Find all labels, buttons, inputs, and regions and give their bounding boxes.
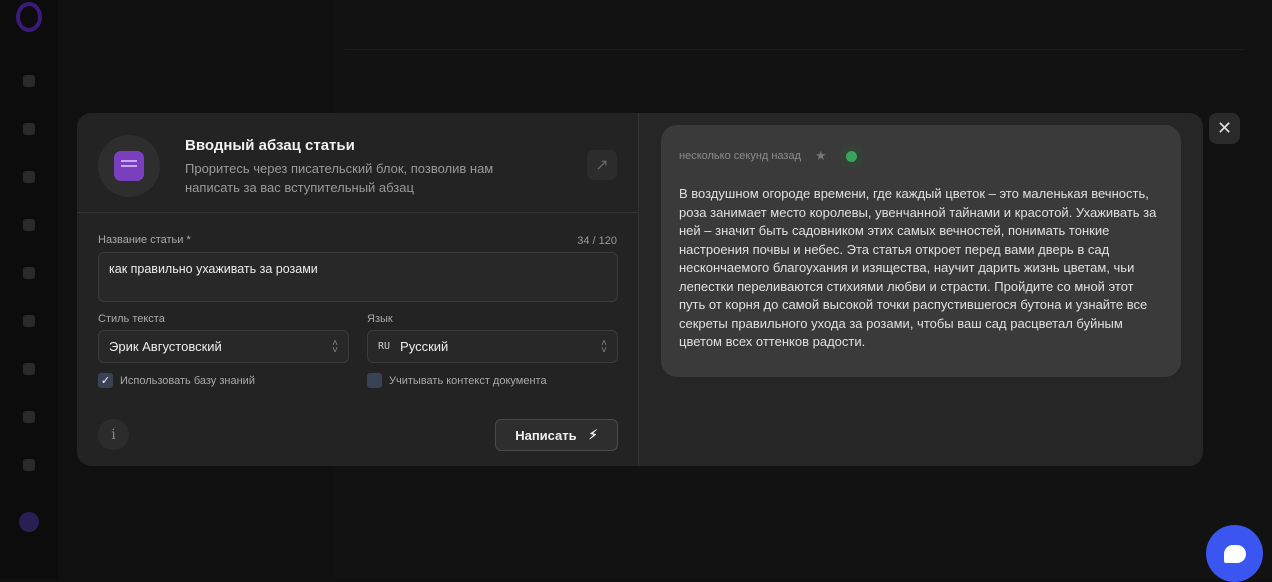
lightning-icon: ⚡︎ xyxy=(588,427,598,442)
modal-subtitle: Проритесь через писательский блок, позво… xyxy=(185,161,494,195)
star-icon[interactable]: ★ xyxy=(815,148,827,164)
accept-icon[interactable] xyxy=(840,145,863,167)
text-style-select[interactable]: Эрик Августовский ˄ ˅ xyxy=(98,330,349,363)
nav-icon[interactable] xyxy=(23,75,35,87)
language-label: Язык xyxy=(367,313,393,325)
document-context-checkbox[interactable]: Учитывать контекст документа xyxy=(367,373,547,388)
open-external-icon[interactable]: ↗ xyxy=(587,150,617,180)
timestamp: несколько секунд назад xyxy=(679,150,802,162)
chevron-updown-icon: ˄ ˅ xyxy=(332,337,338,356)
nav-icon[interactable] xyxy=(23,459,35,471)
chat-bubble-icon xyxy=(1223,544,1246,563)
result-panel: несколько секунд назад ★ В воздушном ого… xyxy=(639,113,1203,466)
language-code: RU xyxy=(378,341,391,352)
chat-widget-button[interactable] xyxy=(1206,525,1263,582)
generated-paragraph: В воздушном огороде времени, где каждый … xyxy=(679,186,1157,349)
nav-icon[interactable] xyxy=(23,219,35,231)
article-title-input[interactable]: как правильно ухаживать за розами xyxy=(98,252,618,302)
write-label: Написать xyxy=(515,427,577,443)
text-style-label: Стиль текста xyxy=(98,313,165,325)
write-button[interactable]: Написать ⚡︎ xyxy=(495,419,618,451)
tool-icon-wrap xyxy=(98,135,160,197)
nav-icon[interactable] xyxy=(23,411,35,423)
avatar[interactable] xyxy=(19,512,39,532)
document-context-label: Учитывать контекст документа xyxy=(389,374,547,387)
editor-toolbar xyxy=(345,24,1245,50)
nav-icon[interactable] xyxy=(23,123,35,135)
form-panel: Вводный абзац статьи Проритесь через пис… xyxy=(77,113,639,466)
language-value: Русский xyxy=(400,339,449,354)
article-title-label: Название статьи * xyxy=(98,234,191,246)
nav-icon[interactable] xyxy=(23,171,35,183)
char-counter: 34 / 120 xyxy=(577,235,617,247)
paragraph-icon xyxy=(114,151,144,181)
text-style-value: Эрик Августовский xyxy=(109,339,222,354)
info-icon[interactable]: i xyxy=(98,419,129,450)
nav-icon[interactable] xyxy=(23,315,35,327)
intro-paragraph-modal: Вводный абзац статьи Проритесь через пис… xyxy=(77,113,1203,466)
nav-icon[interactable] xyxy=(23,363,35,375)
checkbox-checked-icon[interactable]: ✓ xyxy=(98,373,113,388)
modal-title: Вводный абзац статьи xyxy=(185,137,355,154)
knowledge-base-label: Использовать базу знаний xyxy=(120,374,255,387)
logo xyxy=(16,2,42,32)
result-card: несколько секунд назад ★ В воздушном ого… xyxy=(661,125,1181,377)
chevron-updown-icon: ˄ ˅ xyxy=(601,337,607,356)
knowledge-base-checkbox[interactable]: ✓ Использовать базу знаний xyxy=(98,373,255,388)
checkbox-unchecked-icon[interactable] xyxy=(367,373,382,388)
modal-header: Вводный абзац статьи Проритесь через пис… xyxy=(77,113,638,213)
close-icon[interactable]: ✕ xyxy=(1209,113,1240,144)
result-meta: несколько секунд назад ★ xyxy=(679,145,1163,167)
nav-icon[interactable] xyxy=(23,267,35,279)
language-select[interactable]: RU Русский ˄ ˅ xyxy=(367,330,618,363)
sidebar xyxy=(0,0,58,579)
